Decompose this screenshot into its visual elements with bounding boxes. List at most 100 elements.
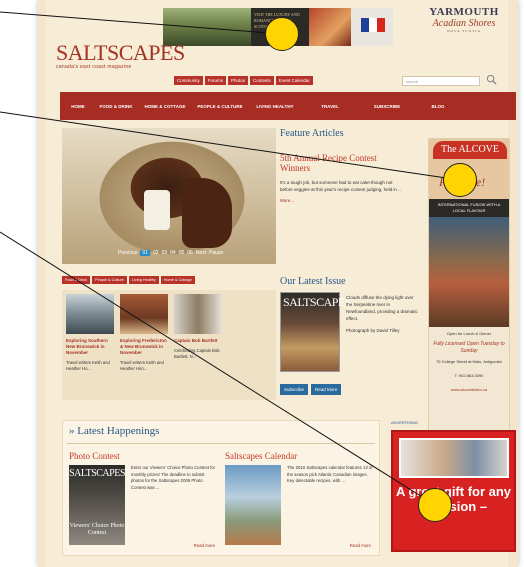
nav-travel[interactable]: TRAVEL [304, 104, 356, 109]
tab-people-culture[interactable]: People & Culture [92, 276, 127, 284]
category-thumbnails: Exploring Southern New Brunswick in Nove… [62, 290, 276, 400]
banner-food-image [309, 8, 351, 46]
tab-home-cottage[interactable]: Home & Cottage [160, 276, 195, 284]
site-logo[interactable]: SALTSCAPES [56, 40, 185, 66]
main-navigation: HOME FOOD & DRINK HOME & COTTAGE PEOPLE … [60, 92, 516, 120]
thumb-item[interactable]: Captain Bob Bartlett Celebrating Captain… [174, 294, 222, 396]
nav-subscribe[interactable]: SUBSCRIBE [356, 104, 418, 109]
alcove-strip: INTERNATIONAL FUSION WITH A LOCAL FLAVOU… [429, 199, 509, 217]
feature-more-link[interactable]: More... [280, 198, 414, 203]
nav-blog[interactable]: BLOG [418, 104, 458, 109]
thumb-title[interactable]: Captain Bob Bartlett [174, 338, 222, 344]
happenings-heading-text: Latest Happenings [77, 425, 160, 437]
alcove-url[interactable]: www.alcovebistro.ca [429, 387, 509, 392]
region-line: NOVA SCOTIA [447, 29, 481, 33]
issue-heading: Our Latest Issue [280, 276, 346, 287]
happening-title[interactable]: Saltscapes Calendar [225, 451, 375, 461]
slideshow-next[interactable]: Next [196, 250, 206, 256]
alcove-phone: T: 902.863.3590 [454, 373, 484, 378]
subnav-photos[interactable]: Photos [228, 76, 249, 85]
thumb-image [66, 294, 114, 334]
site-tagline: canada's east coast magazine [56, 64, 132, 70]
slideshow-pause[interactable]: Pause [209, 250, 223, 256]
feature-title-link[interactable]: 5th Annual Recipe Contest Winners [280, 153, 390, 173]
calendar-image [225, 465, 281, 545]
annotation-marker [418, 488, 452, 522]
issue-caption-text: Clouds diffuse the dying light over the … [346, 295, 418, 321]
subnav-forums[interactable]: Forums [204, 76, 227, 85]
thumb-title[interactable]: Exploring Fredericton & New Brunswick in… [120, 338, 168, 356]
acadian-shores-title: Acadian Shores [432, 18, 496, 29]
feature-articles: Feature Articles 5th Annual Recipe Conte… [280, 128, 414, 264]
feature-summary: It's a tough job, but someone had to eat… [280, 180, 402, 192]
slideshow-page-03[interactable]: 03 [162, 250, 168, 256]
thumb-text: Celebrating Captain Bob Bartlett, N... [174, 348, 220, 359]
subnav-community[interactable]: Community [174, 76, 203, 85]
photo-contest-cover-sub: Viewers' Choice Photo Contest [69, 523, 125, 536]
photo-contest-cover: SALTSCAPES Viewers' Choice Photo Contest [69, 465, 125, 545]
happenings-heading: » Latest Happenings [69, 425, 160, 437]
nav-living-healthy[interactable]: LIVING HEALTHY [246, 104, 304, 109]
thumb-text: Travel writers Keith and Heather Hiro... [120, 360, 164, 371]
alcove-hours: Open for Lunch & Dinner [446, 331, 492, 336]
feature-slideshow[interactable]: Previous 01 02 03 04 05 06 Next Pause [62, 128, 276, 264]
feature-heading: Feature Articles [280, 128, 344, 139]
alcove-licensed: Fully Licensed Open Tuesday to Sunday [433, 341, 505, 354]
subscribe-button[interactable]: Subscribe [280, 384, 309, 395]
cake-slice-shape [182, 178, 232, 248]
thumb-image [174, 294, 222, 334]
slideshow-pager: Previous 01 02 03 04 05 06 Next Pause [118, 250, 223, 256]
gift-ad[interactable]: A great gift for any occasion – [391, 430, 516, 552]
thumb-item[interactable]: Exploring Fredericton & New Brunswick in… [120, 294, 168, 396]
issue-buttons: Subscribe Read More [280, 384, 342, 395]
happening-title[interactable]: Photo Contest [69, 451, 219, 461]
cake-filling-shape [144, 190, 170, 230]
annotation-marker [265, 17, 299, 51]
happening-card-calendar[interactable]: Saltscapes Calendar The 2010 Saltscapes … [225, 451, 375, 551]
acadian-flag-image [351, 8, 393, 46]
annotation-marker [443, 163, 477, 197]
happenings-divider [67, 443, 375, 444]
nav-home[interactable]: HOME [60, 104, 96, 109]
slideshow-page-04[interactable]: 04 [170, 250, 176, 256]
issue-caption: Clouds diffuse the dying light over the … [346, 294, 418, 334]
category-tabs: Food & Drink People & Culture Living Hea… [62, 276, 195, 284]
yarmouth-ad[interactable]: YARMOUTH Acadian Shores NOVA SCOTIA [418, 6, 510, 33]
thumb-item[interactable]: Exploring Southern New Brunswick in Nove… [66, 294, 114, 396]
tab-food-drink[interactable]: Food & Drink [62, 276, 91, 284]
gift-ad-text: A great gift for any occasion – [395, 484, 512, 514]
issue-photo-credit: Photograph by David Tilley [346, 328, 400, 333]
nav-home-cottage[interactable]: HOME & COTTAGE [136, 104, 194, 109]
slideshow-page-02[interactable]: 02 [153, 250, 159, 256]
thumb-title[interactable]: Exploring Southern New Brunswick in Nove… [66, 338, 114, 356]
thumb-text: Travel writers Keith and Heather Ho... [66, 360, 110, 371]
slideshow-previous[interactable]: Previous [118, 250, 137, 256]
latest-happenings: » Latest Happenings Photo Contest SALTSC… [62, 420, 380, 556]
slideshow-page-01[interactable]: 01 [140, 250, 151, 256]
happening-read-more[interactable]: Read more [350, 543, 371, 548]
nav-people-culture[interactable]: PEOPLE & CULTURE [194, 104, 246, 109]
search-icon[interactable] [486, 74, 497, 85]
subnav-contests[interactable]: Contests [250, 76, 274, 85]
happening-text: Enter our Viewers' Choice Photo Contest … [131, 465, 216, 490]
issue-cover-title: SALTSCAPES [283, 295, 351, 309]
sub-navigation: Community Forums Photos Contests Event C… [174, 76, 313, 85]
slideshow-page-05[interactable]: 05 [179, 250, 185, 256]
happening-read-more[interactable]: Read more [194, 543, 215, 548]
advertising-label: ADVERTISING [391, 420, 419, 425]
latest-issue: Our Latest Issue SALTSCAPES Clouds diffu… [280, 276, 420, 406]
page-content: VISIT THE LUXURY AND ROMANCE OF NOVA SCO… [46, 0, 516, 567]
gift-ad-images [399, 438, 509, 478]
issue-cover[interactable]: SALTSCAPES [280, 292, 351, 372]
happening-card-photo-contest[interactable]: Photo Contest SALTSCAPES Viewers' Choice… [69, 451, 219, 551]
tab-living-healthy[interactable]: Living Healthy [128, 276, 159, 284]
search-input[interactable]: search [402, 76, 480, 86]
nav-food-drink[interactable]: FOOD & DRINK [96, 104, 136, 109]
subnav-event-calendar[interactable]: Event Calendar [275, 76, 313, 85]
thumb-image [120, 294, 168, 334]
happening-text: The 2010 Saltscapes calendar features 13… [287, 465, 373, 483]
read-more-button[interactable]: Read More [311, 384, 342, 395]
photo-contest-cover-title: SALTSCAPES [69, 468, 125, 479]
alcove-name: The ALCOVE [433, 141, 507, 159]
slideshow-page-06[interactable]: 06 [187, 250, 193, 256]
